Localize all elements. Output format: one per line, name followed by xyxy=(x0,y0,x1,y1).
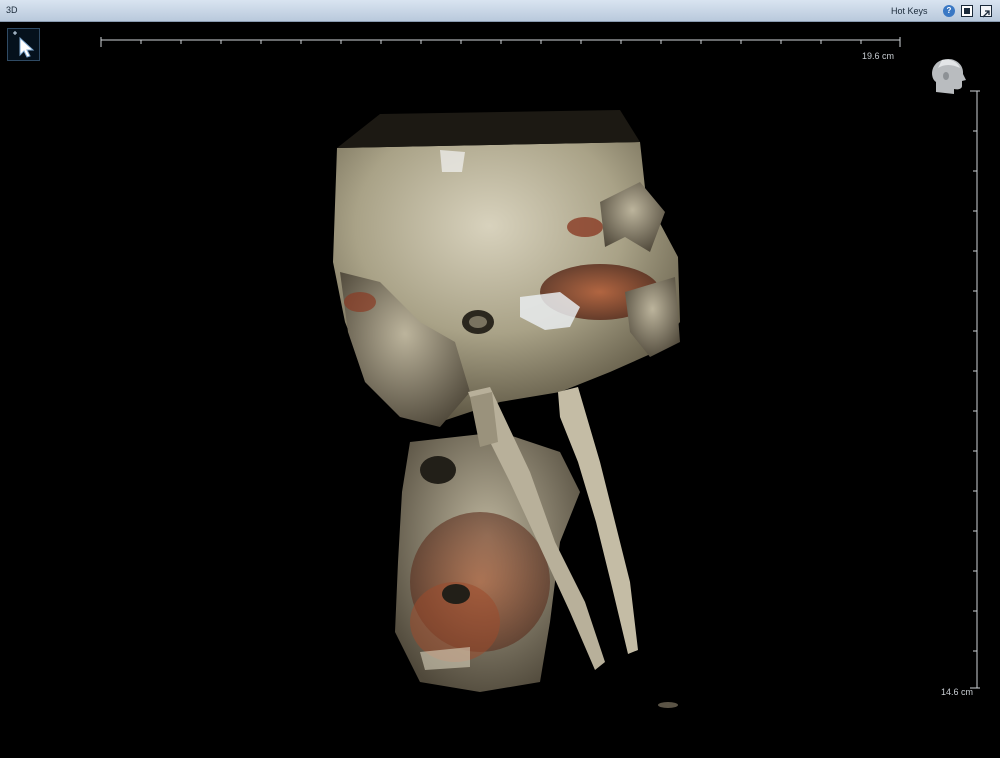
orientation-head-icon[interactable] xyxy=(922,52,970,100)
pointer-tool-icon xyxy=(13,31,35,58)
volume-rendering xyxy=(333,110,680,708)
export-icon[interactable] xyxy=(980,5,992,18)
pointer-tool-button[interactable] xyxy=(7,28,40,61)
hot-keys-button[interactable]: Hot Keys xyxy=(891,6,928,16)
title-bar: 3D Hot Keys ? xyxy=(0,0,1000,22)
3d-viewport[interactable]: 19.6 cm 14.6 cm xyxy=(0,22,1000,758)
window-title: 3D xyxy=(6,5,18,15)
help-icon[interactable]: ? xyxy=(943,5,955,17)
horizontal-ruler-label: 19.6 cm xyxy=(862,51,895,61)
horizontal-ruler xyxy=(100,37,901,47)
layout-icon[interactable] xyxy=(961,5,973,17)
3d-viewer-window: 3D Hot Keys ? 19.6 cm 14.6 cm xyxy=(0,0,1000,758)
vertical-ruler xyxy=(970,90,980,689)
vertical-ruler-label: 14.6 cm xyxy=(941,687,974,697)
